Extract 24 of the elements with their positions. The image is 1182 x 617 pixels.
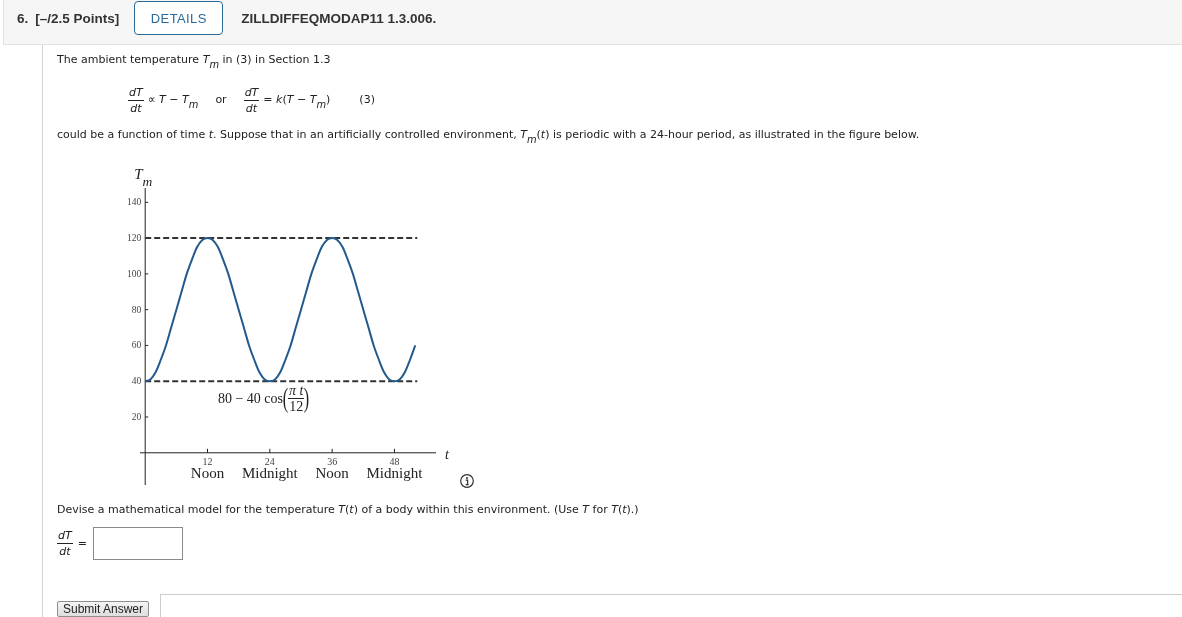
y-tick-label: 100 (126, 268, 142, 279)
y-tick-label: 80 (131, 304, 142, 315)
x-tick-label: 48 Midnight (366, 455, 423, 481)
y-tick-label: 140 (126, 197, 142, 208)
x-tick-label: 24 Midnight (241, 455, 298, 481)
description-text: could be a function of time t. Suppose that in an artificially controlled environment, T$_{m}$(t) is periodic with a 24-hour period, as illustrated in the figure below. (57, 127, 921, 143)
x-tick-label: 36 Noon (315, 455, 349, 481)
question-number: 6. (17, 10, 29, 26)
connector-word: or (215, 92, 227, 108)
points-label: [–/2.5 Points] (35, 10, 120, 26)
task-text: Devise a mathematical model for the temperature T(t) of a body within this environment. (Use T for T(t).) (57, 502, 640, 518)
question-code: ZILLDIFFEQMODAP11 1.3.006. (241, 10, 437, 26)
y-tick-label: 40 (131, 376, 142, 387)
y-tick-label: 120 (126, 233, 142, 244)
y-tick-label: 20 (131, 412, 142, 422)
answer-field[interactable] (92, 527, 183, 560)
submit-button[interactable]: Submit Answer (57, 601, 149, 617)
x-tick-label: 12 Noon (190, 455, 225, 481)
intro-text: The ambient temperature T$_{m}$ in (3) in Section 1.3 (57, 52, 332, 68)
y-tick-label: 60 (131, 340, 142, 351)
details-button[interactable]: DETAILS (134, 1, 224, 35)
info-icon[interactable] (460, 474, 474, 488)
equation-number: (3) (359, 92, 375, 108)
x-axis-label: t (445, 446, 449, 462)
